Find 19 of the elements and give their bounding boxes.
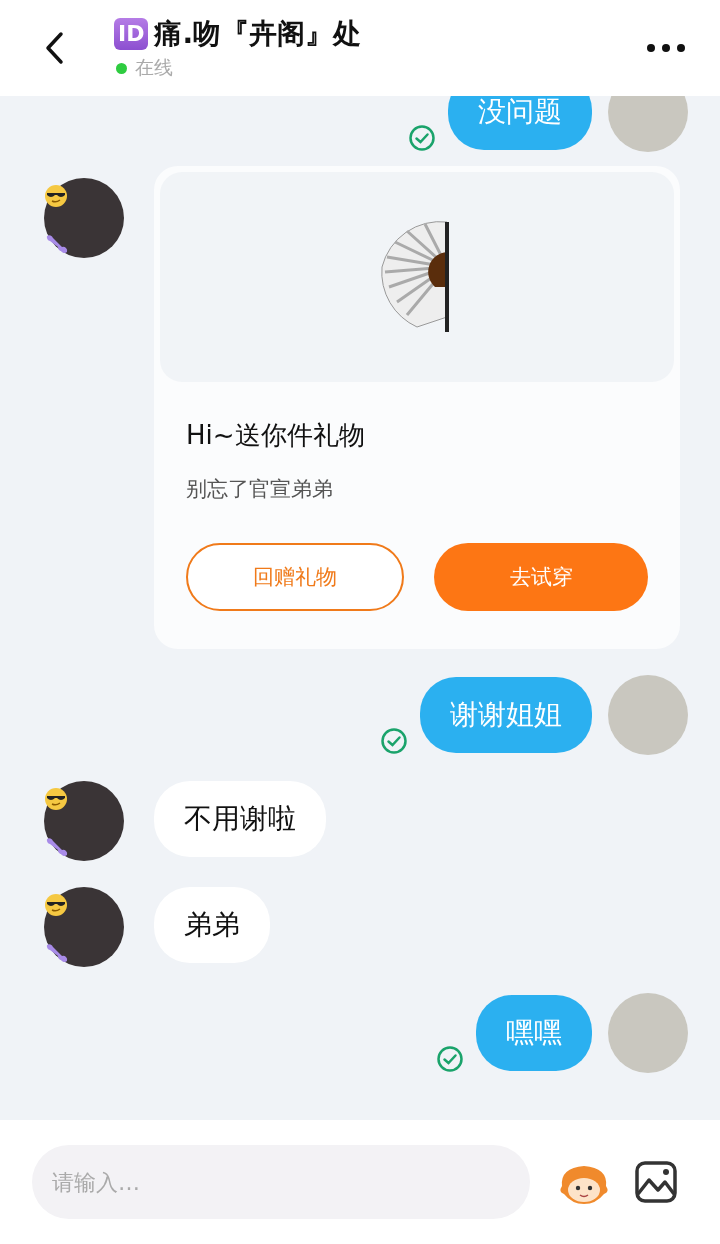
message-bubble: 没问题	[448, 96, 592, 150]
message-bubble: 嘿嘿	[476, 995, 592, 1071]
gift-title: Hi~送你件礼物	[186, 419, 366, 452]
image-icon[interactable]	[634, 1160, 678, 1204]
message-input-field[interactable]: 请输入…	[32, 1145, 530, 1219]
sunglasses-emoji-icon	[44, 787, 68, 811]
sunglasses-emoji-icon	[44, 893, 68, 917]
message-bubble: 谢谢姐姐	[420, 677, 592, 753]
gift-subtitle: 别忘了官宣弟弟	[186, 476, 334, 503]
back-icon[interactable]	[44, 31, 64, 65]
sunglasses-emoji-icon	[44, 184, 68, 208]
try-on-button[interactable]: 去试穿	[434, 543, 648, 611]
message-bubble: 不用谢啦	[154, 781, 326, 857]
return-gift-button[interactable]: 回赠礼物	[186, 543, 404, 611]
more-icon[interactable]	[646, 43, 686, 53]
message-bubble: 弟弟	[154, 887, 270, 963]
online-status: 在线	[135, 55, 173, 80]
chat-title: 痛.吻『卉阁』处	[154, 16, 362, 52]
id-badge: ID	[114, 18, 149, 50]
